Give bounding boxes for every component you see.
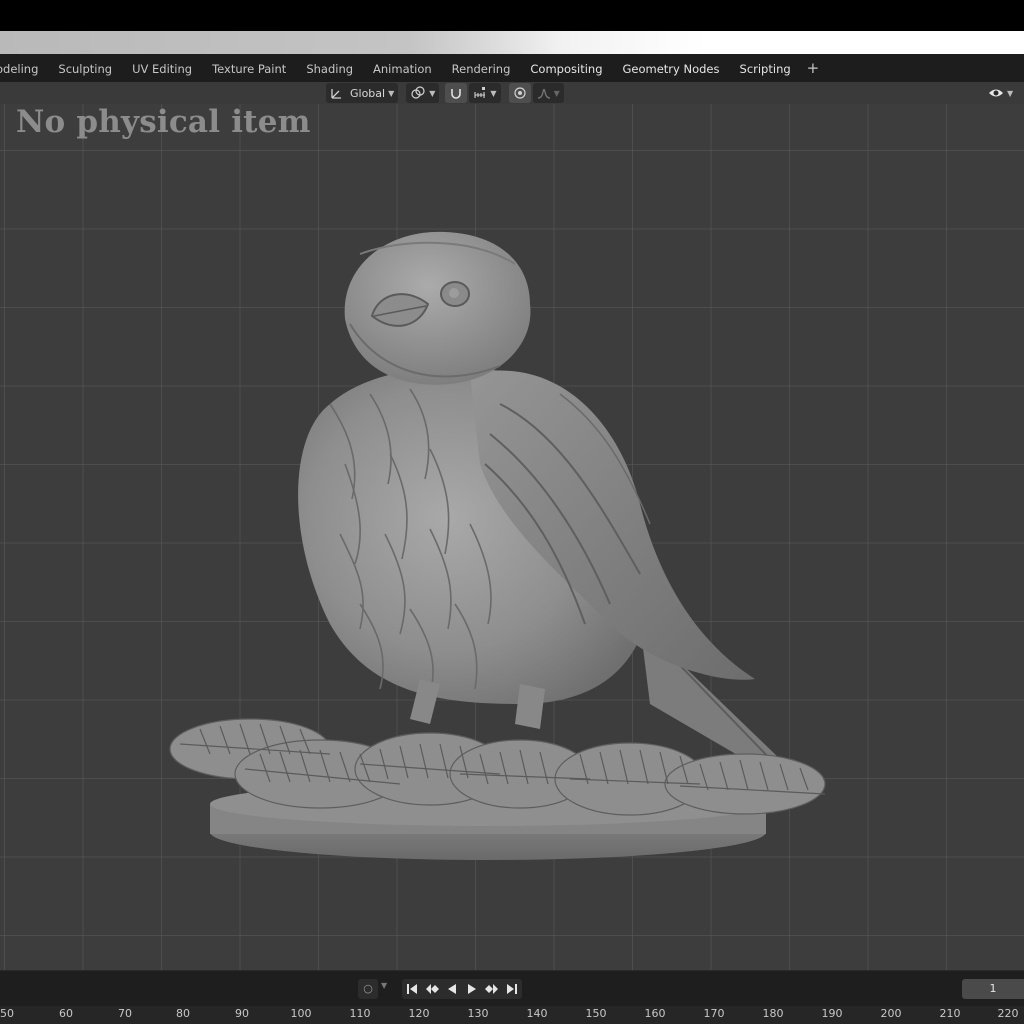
jump-to-start-button[interactable] [402,979,422,999]
chevron-down-icon: ▼ [388,88,395,98]
ruler-tick: 110 [349,1007,371,1020]
ruler-tick: 50 [0,1007,14,1020]
tab-animation[interactable]: Animation [363,54,442,82]
jump-end-icon [507,984,517,994]
visibility-dropdown[interactable]: ▼ [984,83,1017,103]
play-icon [468,984,476,994]
snap-increment-icon [474,87,486,98]
ruler-tick: 150 [585,1007,607,1020]
chevron-down-icon: ▼ [553,88,560,98]
3d-viewport[interactable]: No physical item [0,104,1024,970]
orientation-icon [331,89,341,99]
pivot-icon [411,86,425,99]
chevron-down-icon: ▼ [1007,88,1014,98]
ruler-tick: 100 [290,1007,312,1020]
jump-start-icon [407,984,417,994]
add-workspace-button[interactable]: + [801,53,826,83]
jump-to-end-button[interactable] [502,979,522,999]
ruler-tick: 80 [176,1007,190,1020]
timeline-controls: ○ ▼ 1 [0,970,1024,1006]
title-strip [0,31,1024,54]
ruler-tick: 190 [821,1007,843,1020]
tab-scripting[interactable]: Scripting [730,54,801,82]
tab-rendering[interactable]: Rendering [442,54,521,82]
ruler-tick: 170 [703,1007,725,1020]
chevron-down-icon: ▼ [429,88,436,98]
transform-orientation-dropdown[interactable]: Global ▼ [326,83,399,103]
workspace-tabs: odeling Sculpting UV Editing Texture Pai… [0,54,1024,82]
ruler-tick: 210 [939,1007,961,1020]
tab-uv-editing[interactable]: UV Editing [122,54,202,82]
ruler-tick: 60 [59,1007,73,1020]
play-button[interactable] [462,979,482,999]
current-frame-field[interactable]: 1 [962,979,1024,999]
tab-sculpting[interactable]: Sculpting [48,54,122,82]
head [344,231,531,385]
ruler-tick: 180 [762,1007,784,1020]
proportional-edit-toggle[interactable] [508,83,531,103]
chevron-down-icon: ▼ [381,981,388,990]
tab-shading[interactable]: Shading [296,54,363,82]
keyframe-next-icon [485,984,498,994]
ruler-tick: 200 [880,1007,902,1020]
snap-target-dropdown[interactable]: ▼ [469,83,501,103]
timeline-ruler[interactable]: 50 60 70 80 90 100 110 120 130 140 150 1… [0,1006,1024,1024]
tab-texture-paint[interactable]: Texture Paint [202,54,296,82]
snap-toggle[interactable] [445,83,468,103]
ruler-tick: 120 [408,1007,430,1020]
play-reverse-icon [448,984,456,994]
play-reverse-button[interactable] [442,979,462,999]
tab-modeling[interactable]: odeling [0,54,48,82]
visibility-icon [989,89,1003,97]
bird-sculpt-model [169,231,826,860]
ruler-tick: 130 [467,1007,489,1020]
ruler-tick: 140 [526,1007,548,1020]
ruler-tick: 70 [118,1007,132,1020]
falloff-dropdown[interactable]: ▼ [532,83,564,103]
tab-geometry-nodes[interactable]: Geometry Nodes [613,54,730,82]
watermark-text: No physical item [16,104,311,140]
auto-keying-button[interactable]: ○ [358,979,378,999]
viewport-header: Global ▼ ▼ ▼ ▼ ▼ [0,82,1024,104]
snap-icon [451,89,462,99]
orientation-label: Global [350,86,386,100]
pivot-dropdown[interactable]: ▼ [406,83,440,103]
top-black-band [0,0,1024,31]
ruler-tick: 160 [644,1007,666,1020]
ruler-tick: 220 [997,1007,1019,1020]
tab-compositing[interactable]: Compositing [520,54,612,82]
playback-controls [402,979,522,999]
jump-keyframe-prev-button[interactable] [422,979,442,999]
falloff-icon [537,88,550,99]
ruler-tick: 90 [235,1007,249,1020]
proportional-edit-icon [513,87,526,99]
jump-keyframe-next-button[interactable] [482,979,502,999]
chevron-down-icon: ▼ [490,88,497,98]
keyframe-prev-icon [426,984,439,994]
